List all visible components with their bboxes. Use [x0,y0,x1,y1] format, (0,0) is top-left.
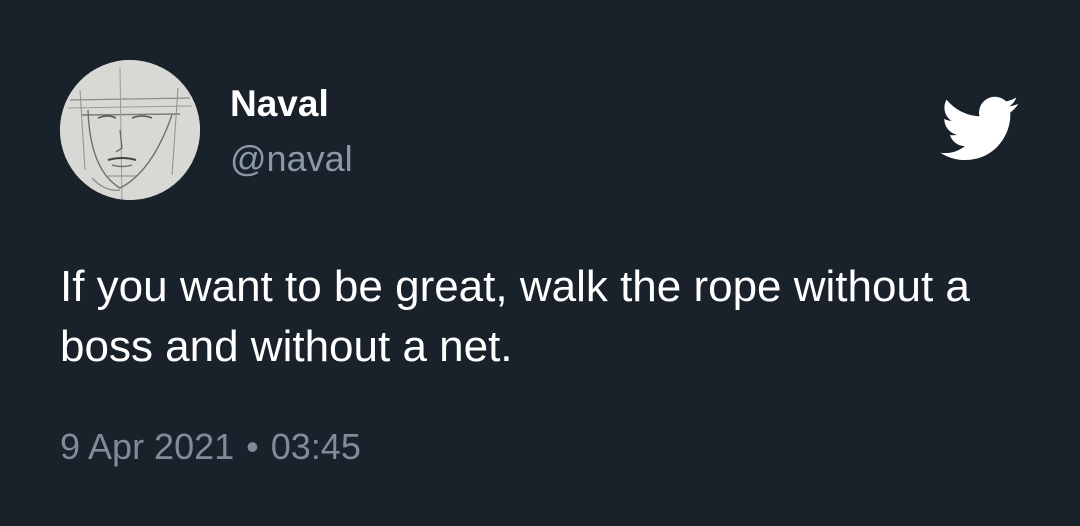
twitter-bird-icon[interactable] [940,96,1020,162]
twitter-bird-icon-graphic [940,96,1019,161]
tweet-timestamp[interactable]: 9 Apr 2021 • 03:45 [60,425,361,469]
meta-separator: • [246,426,259,467]
tweet-time: 03:45 [270,426,361,467]
tweet-card: Naval @naval If you want to be great, wa… [0,0,1080,526]
author-handle[interactable]: @naval [230,137,353,181]
tweet-date: 9 Apr 2021 [60,426,235,467]
avatar-sketch-image [60,60,200,200]
tweet-text: If you want to be great, walk the rope w… [60,262,970,371]
author-name[interactable]: Naval [230,82,329,126]
avatar[interactable] [60,60,200,200]
